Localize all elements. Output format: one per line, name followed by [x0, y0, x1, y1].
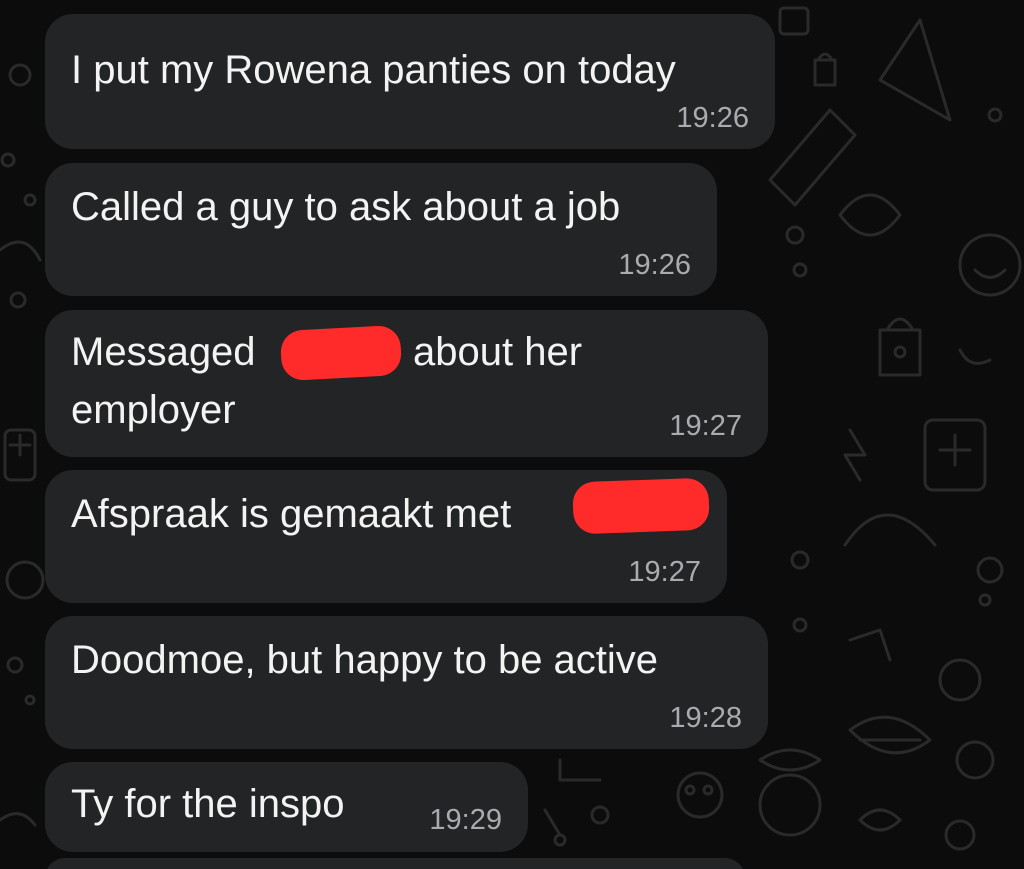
message-bubble[interactable]: Messaged about her employer 19:27 — [45, 310, 768, 457]
message-timestamp: 19:27 — [669, 410, 742, 442]
message-text: I put my Rowena panties on today — [71, 48, 676, 92]
message-bubble[interactable]: Ty for the inspo 19:29 — [45, 762, 528, 852]
message-bubble[interactable]: Called a guy to ask about a job 19:26 — [45, 163, 717, 296]
message-bubble[interactable]: Afspraak is gemaakt met 19:27 — [45, 470, 727, 603]
redaction-mark — [279, 324, 403, 382]
message-text: Called a guy to ask about a job — [71, 185, 621, 229]
message-bubble[interactable]: Doodmoe, but happy to be active 19:28 — [45, 616, 768, 749]
message-text-line1-end: about her — [413, 330, 583, 374]
message-bubble[interactable]: I put my Rowena panties on today 19:26 — [45, 14, 775, 149]
message-timestamp: 19:27 — [628, 556, 701, 588]
message-timestamp: 19:26 — [618, 249, 691, 281]
message-timestamp: 19:28 — [669, 702, 742, 734]
chat-background: I put my Rowena panties on today 19:26 C… — [0, 0, 1024, 869]
redaction-mark — [572, 477, 710, 535]
message-text-line1-start: Messaged — [71, 330, 256, 374]
message-text: Doodmoe, but happy to be active — [71, 638, 659, 682]
message-text: Afspraak is gemaakt met — [71, 492, 512, 536]
next-message-bubble[interactable] — [45, 858, 745, 869]
message-timestamp: 19:29 — [429, 804, 502, 836]
message-text: Ty for the inspo — [71, 782, 345, 826]
message-text-line2: employer — [71, 388, 236, 432]
message-timestamp: 19:26 — [676, 102, 749, 134]
